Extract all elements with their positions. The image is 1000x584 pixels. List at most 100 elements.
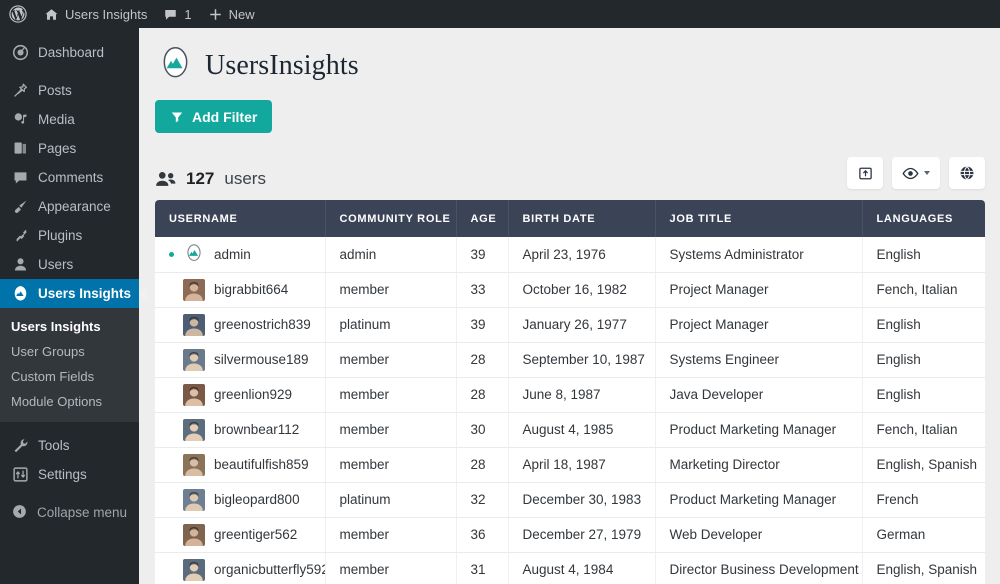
new-label: New: [228, 6, 255, 22]
users-table-head: USERNAME COMMUNITY ROLE AGE BIRTH DATE J…: [155, 200, 985, 237]
home-icon: [44, 7, 59, 22]
cell-age: 31: [456, 552, 509, 584]
cell-username: greenostrich839: [155, 307, 326, 343]
column-header-languages[interactable]: LANGUAGES: [862, 200, 985, 237]
username-label[interactable]: greenlion929: [214, 387, 292, 402]
cell-job-title: Product Marketing Manager: [655, 412, 863, 448]
status-dot-placeholder: [169, 287, 174, 292]
site-name-button[interactable]: Users Insights: [36, 0, 155, 28]
funnel-icon: [170, 110, 184, 124]
table-row[interactable]: beautifulfish859 member 28 April 18, 1987 Ma…: [155, 447, 985, 483]
cell-age: 32: [456, 482, 509, 518]
cell-job-title: Project Manager: [655, 272, 863, 308]
sidebar-item-dashboard[interactable]: Dashboard: [0, 38, 139, 67]
map-button[interactable]: [949, 157, 985, 189]
avatar: [183, 313, 205, 336]
cell-job-title: Project Manager: [655, 307, 863, 343]
username-label[interactable]: brownbear112: [214, 422, 299, 437]
column-header-birth-date[interactable]: BIRTH DATE: [508, 200, 656, 237]
comments-button[interactable]: 1: [155, 0, 199, 28]
cell-job-title: Systems Administrator: [655, 237, 863, 273]
column-header-community-role[interactable]: COMMUNITY ROLE: [325, 200, 457, 237]
globe-icon: [959, 165, 975, 181]
export-button[interactable]: [847, 157, 883, 189]
wordpress-logo-button[interactable]: [0, 0, 36, 28]
avatar: [183, 488, 205, 511]
add-filter-label: Add Filter: [192, 108, 258, 125]
chevron-left-icon: [11, 503, 28, 523]
cell-birth-date: August 4, 1984: [508, 552, 656, 584]
sidebar-item-tools[interactable]: Tools: [0, 431, 139, 460]
media-icon: [11, 111, 29, 129]
admin-sidebar: Dashboard Posts Media Pages Comments App…: [0, 28, 147, 584]
table-row[interactable]: bigleopard800 platinum 32 December 30, 1983…: [155, 482, 985, 518]
cell-job-title: Director Business Development: [655, 552, 863, 584]
users-table-body: admin admin 39 April 23, 1976 Systems Admini…: [155, 237, 985, 584]
plug-icon: [11, 227, 29, 245]
users-table: USERNAME COMMUNITY ROLE AGE BIRTH DATE J…: [155, 200, 985, 584]
table-row[interactable]: silvermouse189 member 28 September 10, 1987…: [155, 342, 985, 378]
status-dot-placeholder: [169, 427, 174, 432]
username-label[interactable]: greenostrich839: [214, 317, 311, 332]
cell-languages: English: [862, 237, 985, 273]
sidebar-item-module-options[interactable]: Module Options: [0, 389, 139, 414]
column-header-job-title[interactable]: JOB TITLE: [655, 200, 863, 237]
sidebar-item-appearance[interactable]: Appearance: [0, 192, 139, 221]
cell-job-title: Product Marketing Manager: [655, 482, 863, 518]
column-header-username[interactable]: USERNAME: [155, 200, 326, 237]
users-group-icon: [155, 171, 176, 187]
main-content: UsersInsights Add Filter 127 users USERN…: [139, 28, 1000, 584]
table-row[interactable]: organicbutterfly592 member 31 August 4, 198…: [155, 552, 985, 584]
cell-job-title: Web Developer: [655, 517, 863, 553]
username-cell-content: beautifulfish859: [169, 453, 324, 476]
sidebar-submenu: Users Insights User Groups Custom Fields…: [0, 308, 139, 422]
sidebar-item-posts[interactable]: Posts: [0, 76, 139, 105]
username-label[interactable]: organicbutterfly592: [214, 562, 324, 577]
sidebar-item-comments[interactable]: Comments: [0, 163, 139, 192]
online-status-dot: [169, 251, 174, 257]
brand-header: UsersInsights: [139, 28, 1000, 86]
cell-age: 39: [456, 307, 509, 343]
visible-columns-button[interactable]: [892, 157, 940, 189]
username-cell-content: greenlion929: [169, 383, 324, 406]
username-label[interactable]: silvermouse189: [214, 352, 309, 367]
sidebar-item-plugins[interactable]: Plugins: [0, 221, 139, 250]
sidebar-item-custom-fields[interactable]: Custom Fields: [0, 364, 139, 389]
table-row[interactable]: greenostrich839 platinum 39 January 26, 197…: [155, 307, 985, 343]
new-content-button[interactable]: New: [200, 0, 263, 28]
sidebar-item-pages[interactable]: Pages: [0, 134, 139, 163]
table-row[interactable]: admin admin 39 April 23, 1976 Systems Admini…: [155, 237, 985, 273]
table-row[interactable]: greentiger562 member 36 December 27, 1979 We…: [155, 517, 985, 553]
username-label[interactable]: beautifulfish859: [214, 457, 309, 472]
cell-birth-date: September 10, 1987: [508, 342, 656, 378]
username-cell-content: silvermouse189: [169, 348, 324, 371]
username-label[interactable]: bigleopard800: [214, 492, 300, 507]
sidebar-label: Dashboard: [38, 45, 105, 60]
username-label[interactable]: greentiger562: [214, 527, 297, 542]
sidebar-item-media[interactable]: Media: [0, 105, 139, 134]
status-dot-placeholder: [169, 462, 174, 467]
column-header-age[interactable]: AGE: [456, 200, 509, 237]
table-row[interactable]: greenlion929 member 28 June 8, 1987 Java Dev…: [155, 377, 985, 413]
cell-languages: English, Spanish: [862, 447, 985, 483]
table-row[interactable]: bigrabbit664 member 33 October 16, 1982 Proj…: [155, 272, 985, 308]
collapse-menu-button[interactable]: Collapse menu: [0, 498, 139, 527]
sidebar-item-user-groups[interactable]: User Groups: [0, 339, 139, 364]
add-filter-button[interactable]: Add Filter: [155, 100, 273, 133]
sidebar-divider: [0, 422, 139, 431]
chevron-down-icon: [924, 171, 930, 175]
sidebar-item-users-insights-sub[interactable]: Users Insights: [0, 314, 139, 339]
table-row[interactable]: brownbear112 member 30 August 4, 1985 Produc…: [155, 412, 985, 448]
sidebar-label: Plugins: [38, 228, 83, 243]
sidebar-item-settings[interactable]: Settings: [0, 460, 139, 489]
cell-birth-date: June 8, 1987: [508, 377, 656, 413]
username-cell-content: admin: [169, 243, 324, 265]
sidebar-item-users[interactable]: Users: [0, 250, 139, 279]
username-label[interactable]: admin: [214, 247, 251, 262]
sidebar-label: Users: [38, 257, 74, 272]
cell-birth-date: August 4, 1985: [508, 412, 656, 448]
sidebar-item-users-insights[interactable]: Users Insights: [0, 279, 147, 308]
username-label[interactable]: bigrabbit664: [214, 282, 288, 297]
avatar: [183, 453, 205, 476]
dashboard-icon: [11, 44, 29, 62]
